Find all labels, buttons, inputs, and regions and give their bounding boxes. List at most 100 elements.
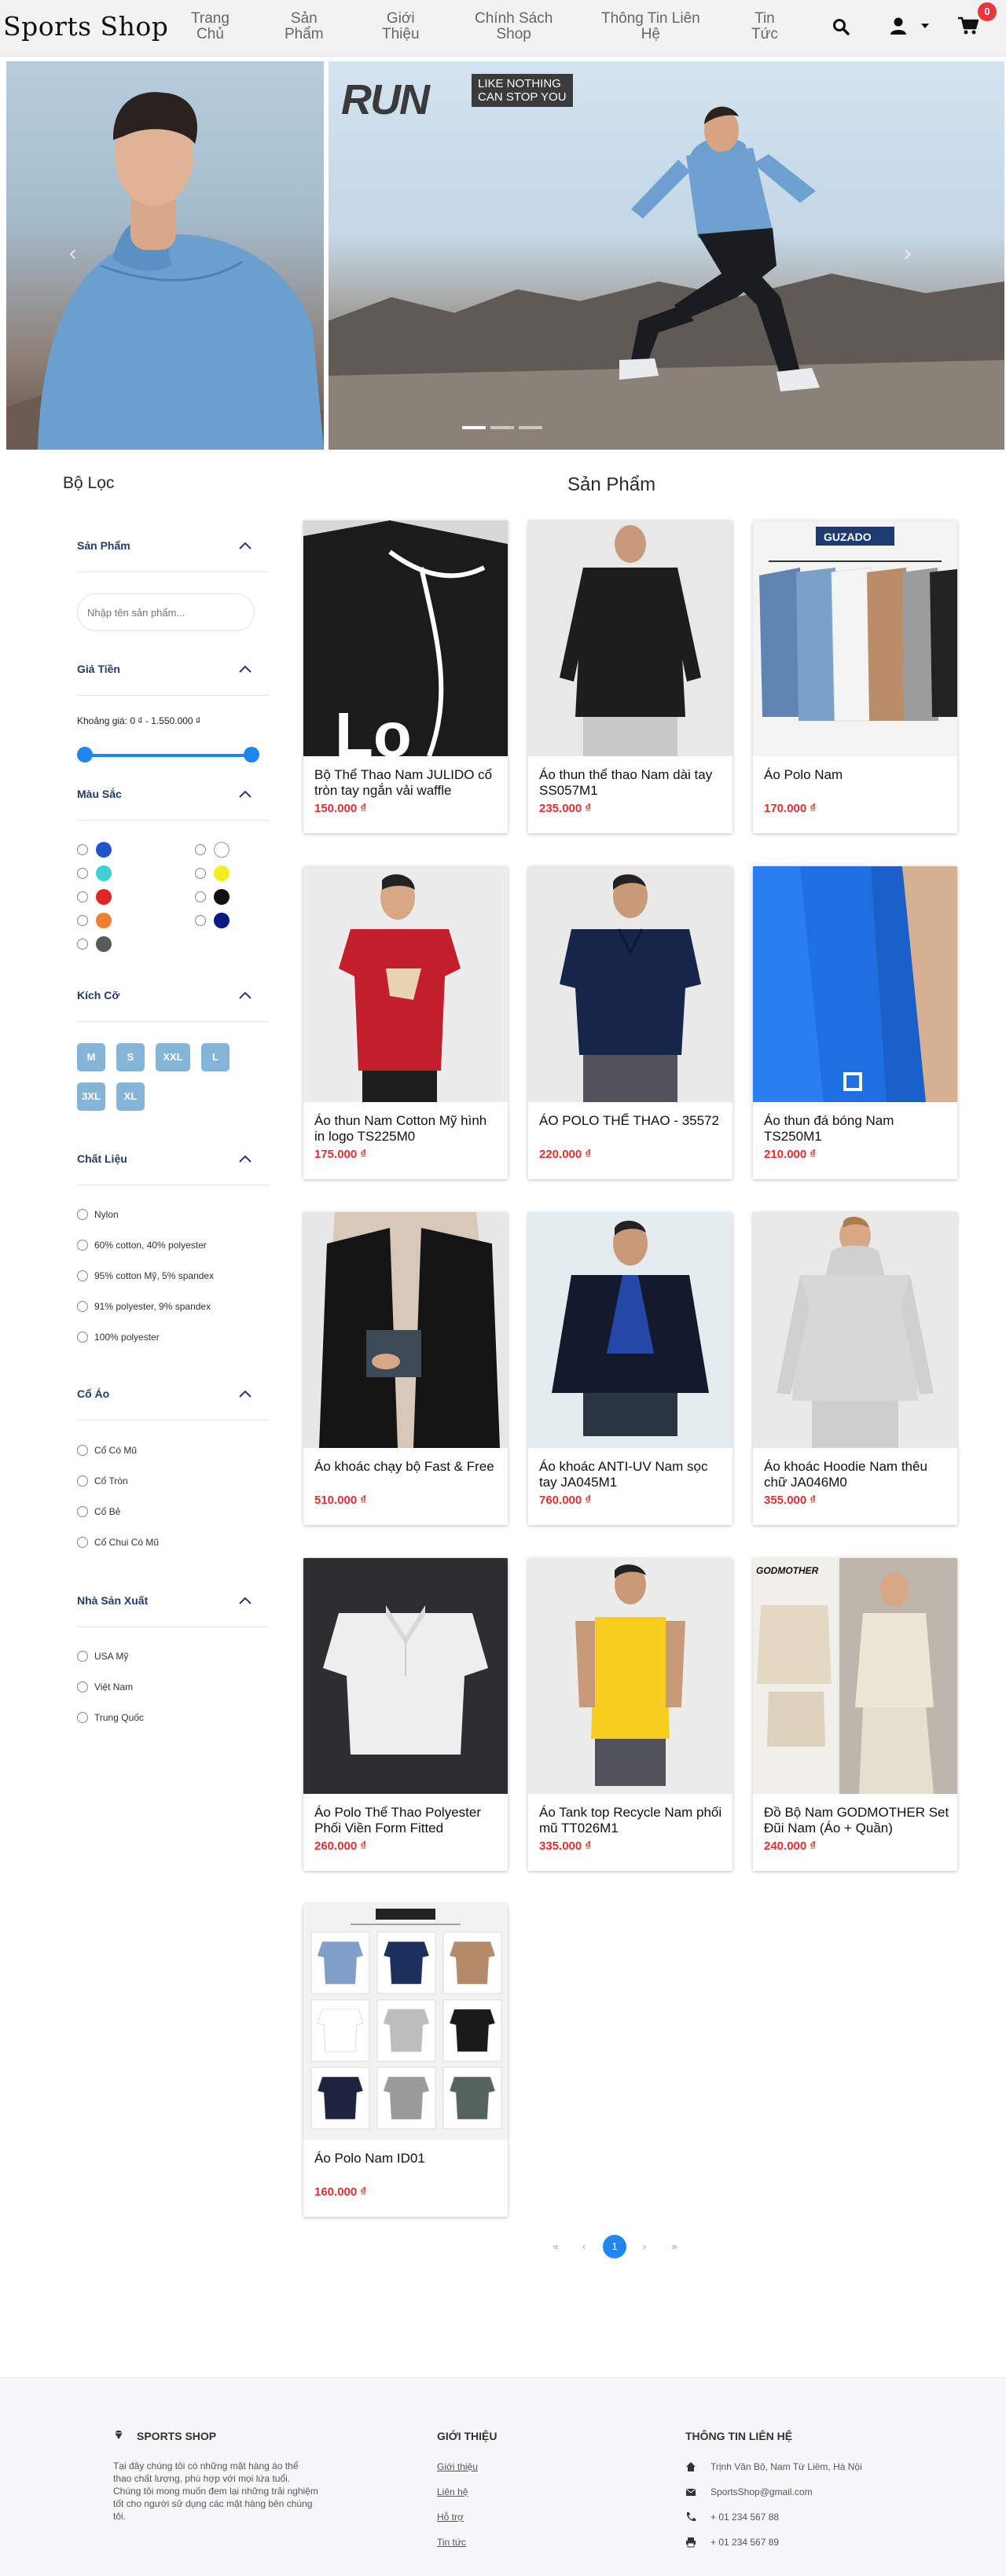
pagination-page-1[interactable]: 1 [603, 2235, 626, 2258]
color-option[interactable] [77, 842, 112, 858]
chevron-up-icon[interactable] [237, 989, 253, 1001]
size-option[interactable]: M [77, 1043, 105, 1071]
radio-button[interactable] [77, 1506, 88, 1517]
chevron-up-icon[interactable] [237, 788, 253, 800]
color-swatch[interactable] [214, 842, 229, 858]
footer-link-contact[interactable]: Liên hệ [437, 2486, 468, 2497]
color-swatch[interactable] [96, 889, 112, 905]
product-name[interactable]: Bộ Thể Thao Nam JULIDO cổ tròn tay ngắn … [314, 767, 500, 799]
product-image[interactable] [303, 1904, 508, 2140]
product-card[interactable]: Áo thun đá bóng Nam TS250M1 210.000 ₫ [753, 866, 957, 1179]
product-name[interactable]: Áo thun Nam Cotton Mỹ hình in logo TS225… [314, 1113, 500, 1145]
pagination-next[interactable]: › [633, 2235, 656, 2258]
color-swatch[interactable] [214, 865, 229, 881]
filter-section-sizes[interactable]: Kích Cỡ [77, 989, 269, 1022]
color-option[interactable] [195, 865, 229, 881]
site-logo[interactable]: Sports Shop [3, 11, 168, 42]
user-icon[interactable] [890, 17, 907, 35]
product-card[interactable]: Áo Polo Thể Thao Polyester Phối Viền For… [303, 1558, 508, 1871]
radio-button[interactable] [77, 915, 88, 926]
color-swatch[interactable] [96, 865, 112, 881]
product-card[interactable]: Áo Polo Nam ID01 160.000 ₫ [303, 1904, 508, 2217]
radio-button[interactable] [77, 939, 88, 950]
radio-button[interactable] [77, 844, 88, 855]
product-card[interactable]: Áo thun Nam Cotton Mỹ hình in logo TS225… [303, 866, 508, 1179]
product-card[interactable]: Áo thun thể thao Nam dài tay SS057M1 235.… [528, 520, 732, 833]
radio-button[interactable] [77, 1445, 88, 1456]
filter-section-price[interactable]: Giá Tiền [77, 663, 269, 696]
product-image[interactable] [753, 866, 957, 1102]
pagination-first[interactable]: « [544, 2235, 567, 2258]
product-card[interactable]: ÁO POLO THỂ THAO - 35572 220.000 ₫ [528, 866, 732, 1179]
size-option[interactable]: XXL [156, 1043, 190, 1071]
nav-products[interactable]: Sản Phẩm [285, 11, 324, 42]
product-name[interactable]: ÁO POLO THỂ THAO - 35572 [539, 1113, 725, 1129]
filter-section-colors[interactable]: Màu Sắc [77, 788, 269, 821]
color-option[interactable] [77, 913, 112, 928]
carousel-indicator[interactable] [519, 426, 542, 429]
product-image[interactable]: GODMOTHER [753, 1558, 957, 1794]
nav-contact[interactable]: Thông Tin Liên Hệ [601, 11, 700, 42]
nav-policy[interactable]: Chính Sách Shop [475, 11, 553, 42]
color-option[interactable] [77, 889, 112, 905]
nav-about[interactable]: Giới Thiệu [382, 11, 420, 42]
product-card[interactable]: GODMOTHER Đồ Bộ Nam GODMOTHER Set Đũi Nam… [753, 1558, 957, 1871]
product-image[interactable] [303, 866, 508, 1102]
radio-button[interactable] [195, 844, 206, 855]
nav-news[interactable]: Tin Tức [751, 11, 778, 42]
radio-button[interactable] [77, 1301, 88, 1312]
product-image[interactable] [753, 1212, 957, 1448]
radio-button[interactable] [77, 1712, 88, 1723]
product-name[interactable]: Đồ Bộ Nam GODMOTHER Set Đũi Nam (Áo + Qu… [764, 1805, 949, 1836]
product-image[interactable] [528, 520, 732, 756]
product-card[interactable]: Áo khoác Hoodie Nam thêu chữ JA046M0 355.… [753, 1212, 957, 1525]
color-swatch[interactable] [96, 936, 112, 952]
radio-button[interactable] [77, 1681, 88, 1692]
chevron-up-icon[interactable] [237, 1387, 253, 1400]
chevron-down-icon[interactable] [921, 24, 929, 30]
radio-button[interactable] [195, 891, 206, 902]
product-image[interactable] [528, 1558, 732, 1794]
product-name[interactable]: Áo Polo Nam ID01 [314, 2151, 500, 2166]
size-option[interactable]: XL [116, 1082, 145, 1111]
radio-button[interactable] [77, 891, 88, 902]
filter-section-material[interactable]: Chất Liệu [77, 1152, 269, 1185]
product-name[interactable]: Áo khoác Hoodie Nam thêu chữ JA046M0 [764, 1459, 949, 1490]
color-option[interactable] [195, 913, 229, 928]
carousel-prev-arrow[interactable]: ‹ [69, 241, 76, 266]
radio-button[interactable] [77, 1209, 88, 1220]
product-name[interactable]: Áo khoác chạy bộ Fast & Free [314, 1459, 500, 1475]
radio-button[interactable] [77, 1475, 88, 1486]
carousel-indicator[interactable] [462, 426, 486, 429]
filter-section-collar[interactable]: Cổ Áo [77, 1387, 269, 1420]
product-search-input[interactable] [77, 593, 255, 631]
radio-button[interactable] [77, 1537, 88, 1548]
price-max-handle[interactable] [244, 747, 259, 763]
radio-button[interactable] [77, 1332, 88, 1343]
radio-button[interactable] [195, 915, 206, 926]
nav-home[interactable]: Trang Chủ [191, 11, 229, 42]
price-min-handle[interactable] [77, 747, 93, 763]
radio-button[interactable] [77, 1651, 88, 1662]
product-card[interactable]: Áo Tank top Recycle Nam phối mũ TT026M1 3… [528, 1558, 732, 1871]
size-option[interactable]: L [201, 1043, 229, 1071]
product-name[interactable]: Áo thun đá bóng Nam TS250M1 [764, 1113, 949, 1145]
size-option[interactable]: 3XL [77, 1082, 105, 1111]
color-swatch[interactable] [214, 913, 229, 928]
filter-section-products[interactable]: Sản Phẩm [77, 539, 269, 572]
chevron-up-icon[interactable] [237, 539, 253, 552]
footer-link-support[interactable]: Hỗ trợ [437, 2512, 464, 2523]
radio-button[interactable] [77, 1240, 88, 1251]
color-swatch[interactable] [96, 913, 112, 928]
product-name[interactable]: Áo thun thể thao Nam dài tay SS057M1 [539, 767, 725, 799]
color-option[interactable] [77, 936, 112, 952]
pagination-prev[interactable]: ‹ [572, 2235, 596, 2258]
product-image[interactable] [303, 1212, 508, 1448]
chevron-up-icon[interactable] [237, 1152, 253, 1165]
radio-button[interactable] [77, 1270, 88, 1281]
footer-link-news[interactable]: Tin tức [437, 2537, 466, 2548]
product-image[interactable]: Lo [303, 520, 508, 770]
product-image[interactable] [528, 1212, 732, 1448]
product-card[interactable]: Áo khoác ANTI-UV Nam sọc tay JA045M1 760.… [528, 1212, 732, 1525]
product-name[interactable]: Áo Polo Nam [764, 767, 949, 783]
